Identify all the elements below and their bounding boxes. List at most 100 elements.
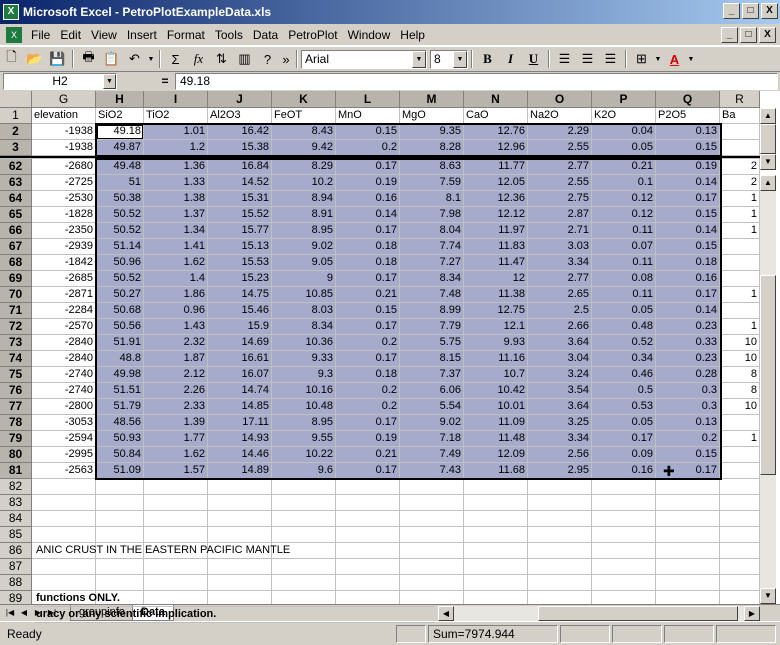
cell-k[interactable] — [272, 479, 336, 495]
cell-r[interactable]: 10 — [720, 335, 760, 351]
cell-j[interactable]: 14.85 — [208, 399, 272, 415]
cell-l[interactable]: 0.16 — [336, 191, 400, 207]
cell-o[interactable] — [528, 527, 592, 543]
font-name-combo[interactable]: Arial ▼ — [301, 49, 427, 69]
cell-p[interactable]: 0.12 — [592, 207, 656, 223]
cell-o[interactable]: 2.65 — [528, 287, 592, 303]
cell-l[interactable]: 0.2 — [336, 140, 400, 156]
cell-o[interactable]: 2.66 — [528, 319, 592, 335]
row-header[interactable]: 84 — [0, 511, 32, 527]
cell-h[interactable] — [96, 495, 144, 511]
cell-n[interactable] — [464, 495, 528, 511]
cell-j[interactable]: 14.52 — [208, 175, 272, 191]
cell-r[interactable]: 8 — [720, 383, 760, 399]
cell-q[interactable] — [656, 527, 720, 543]
cell-k[interactable]: 10.48 — [272, 399, 336, 415]
cell-n[interactable]: 11.97 — [464, 223, 528, 239]
cell-r[interactable] — [720, 271, 760, 287]
cell-l[interactable]: 0.21 — [336, 287, 400, 303]
cell-q[interactable]: 0.3 — [656, 383, 720, 399]
cell-m[interactable]: 8.34 — [400, 271, 464, 287]
cell-l[interactable] — [336, 559, 400, 575]
cell-n[interactable]: 11.16 — [464, 351, 528, 367]
cell-l[interactable]: 0.15 — [336, 303, 400, 319]
cell-g[interactable] — [32, 479, 96, 495]
cell-o[interactable]: 2.56 — [528, 447, 592, 463]
cell-k[interactable]: 10.85 — [272, 287, 336, 303]
column-header-j[interactable]: J — [208, 91, 272, 108]
cell-q[interactable]: 0.17 — [656, 287, 720, 303]
cell-o[interactable]: 2.55 — [528, 140, 592, 156]
column-header-n[interactable]: N — [464, 91, 528, 108]
workbook-icon[interactable]: X — [6, 26, 22, 43]
cell-h[interactable]: 50.56 — [96, 319, 144, 335]
cell-n[interactable]: 12.05 — [464, 175, 528, 191]
cell-m[interactable]: 8.99 — [400, 303, 464, 319]
cell-n[interactable]: 10.42 — [464, 383, 528, 399]
cell-n[interactable]: 9.93 — [464, 335, 528, 351]
horizontal-scroll-thumb[interactable] — [538, 606, 738, 621]
cell-q[interactable] — [656, 479, 720, 495]
cell-p[interactable] — [592, 543, 656, 559]
cell-i[interactable]: 1.57 — [144, 463, 208, 479]
row-header[interactable]: 75 — [0, 367, 32, 383]
cell-n[interactable]: 12.36 — [464, 191, 528, 207]
cell-l[interactable] — [336, 479, 400, 495]
cell-g[interactable]: -2570 — [32, 319, 96, 335]
cell-h[interactable]: 51.14 — [96, 239, 144, 255]
doc-minimize-button[interactable]: _ — [721, 27, 738, 43]
cell-j[interactable]: 14.74 — [208, 383, 272, 399]
cell-m[interactable]: 7.59 — [400, 175, 464, 191]
excel-app-icon[interactable]: X — [3, 4, 19, 20]
cell-q[interactable]: 0.23 — [656, 351, 720, 367]
cell-k[interactable]: 8.34 — [272, 319, 336, 335]
cell-h[interactable]: 49.98 — [96, 367, 144, 383]
cell-q[interactable]: 0.2 — [656, 431, 720, 447]
minimize-button[interactable]: _ — [723, 3, 740, 19]
cell-r[interactable]: 1 — [720, 223, 760, 239]
cell-m[interactable]: 8.1 — [400, 191, 464, 207]
cell-o[interactable]: 2.77 — [528, 159, 592, 175]
cell-h[interactable] — [96, 479, 144, 495]
cell-q[interactable]: 0.13 — [656, 124, 720, 140]
cell-g[interactable]: -2939 — [32, 239, 96, 255]
cell-i[interactable] — [144, 575, 208, 591]
cell-q[interactable] — [656, 543, 720, 559]
row-header[interactable]: 79 — [0, 431, 32, 447]
cell-l[interactable]: 0.17 — [336, 319, 400, 335]
cell-p[interactable]: 0.12 — [592, 191, 656, 207]
cell-k[interactable]: 8.43 — [272, 124, 336, 140]
cell-o[interactable] — [528, 495, 592, 511]
cell-r[interactable] — [720, 124, 760, 140]
cell-n[interactable] — [464, 559, 528, 575]
row-header[interactable]: 1 — [0, 108, 32, 124]
cell-k[interactable]: 9.02 — [272, 239, 336, 255]
row-header[interactable]: 76 — [0, 383, 32, 399]
cell-g[interactable]: -2800 — [32, 399, 96, 415]
cell-i[interactable] — [144, 527, 208, 543]
name-box-dropdown-icon[interactable]: ▼ — [103, 73, 116, 89]
cell-i[interactable]: 1.62 — [144, 255, 208, 271]
bottom-pane-scrollbar[interactable]: ▲ ▼ — [760, 175, 776, 604]
cell-j[interactable]: 15.23 — [208, 271, 272, 287]
cell-o[interactable] — [528, 575, 592, 591]
cell-g[interactable]: -2563 — [32, 463, 96, 479]
cell-j[interactable] — [208, 495, 272, 511]
cell-q[interactable]: 0.33 — [656, 335, 720, 351]
cell-q[interactable]: 0.14 — [656, 175, 720, 191]
cell-l[interactable]: 0.17 — [336, 159, 400, 175]
cell-p[interactable]: 0.46 — [592, 367, 656, 383]
cell-o[interactable]: 3.25 — [528, 415, 592, 431]
row-header[interactable]: 78 — [0, 415, 32, 431]
cell-l[interactable]: 0.17 — [336, 271, 400, 287]
cell-r[interactable]: 10 — [720, 351, 760, 367]
cell-g[interactable]: -1842 — [32, 255, 96, 271]
cell-h[interactable]: 51.79 — [96, 399, 144, 415]
cell-p[interactable] — [592, 559, 656, 575]
cell-i[interactable]: 0.96 — [144, 303, 208, 319]
worksheet-grid[interactable]: GHIJKLMNOPQR 1 elevation SiO2 TiO2 Al2O3 FeOT… — [0, 91, 780, 639]
row-header[interactable]: 85 — [0, 527, 32, 543]
cell-i[interactable]: 1.39 — [144, 415, 208, 431]
cell-r[interactable]: 2 — [720, 159, 760, 175]
cell-r[interactable] — [720, 415, 760, 431]
